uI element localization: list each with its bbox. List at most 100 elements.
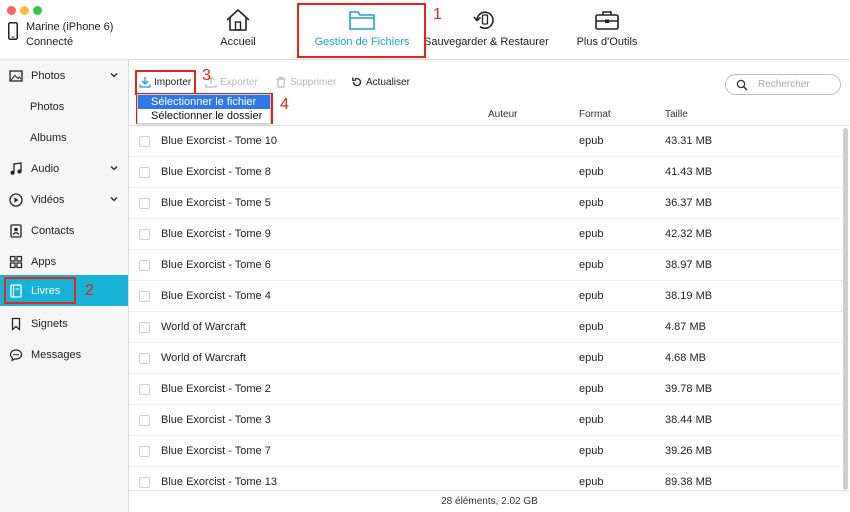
sidebar-item-livres-label: Livres (31, 284, 61, 297)
column-header-format[interactable]: Format (579, 109, 611, 120)
sidebar-item-audio-label: Audio (31, 162, 60, 175)
row-checkbox[interactable] (139, 353, 150, 364)
home-icon (226, 8, 250, 31)
table-row[interactable]: Blue Exorcist - Tome 6 epub 38.97 MB (129, 250, 843, 281)
cell-name: Blue Exorcist - Tome 2 (161, 383, 271, 395)
tab-accueil-label: Accueil (220, 36, 256, 48)
tab-accueil[interactable]: Accueil (200, 0, 276, 60)
cell-size: 38.97 MB (665, 259, 713, 271)
sidebar-item-contacts[interactable]: Contacts (0, 215, 128, 246)
import-dropdown-menu: Sélectionner le fichier Sélectionner le … (137, 94, 271, 124)
row-checkbox[interactable] (139, 260, 150, 271)
table-row[interactable]: Blue Exorcist - Tome 3 epub 38.44 MB (129, 405, 843, 436)
sidebar-item-albums[interactable]: Albums (0, 122, 128, 153)
play-circle-icon (9, 192, 23, 207)
sidebar-item-contacts-label: Contacts (31, 224, 75, 237)
active-tab-indicator (314, 56, 410, 58)
row-checkbox[interactable] (139, 291, 150, 302)
tab-sauvegarder-restaurer[interactable]: Sauvegarder & Restaurer (424, 0, 549, 60)
table-row[interactable]: World of Warcraft epub 4.68 MB (129, 343, 843, 374)
table-row[interactable]: Blue Exorcist - Tome 13 epub 89.38 MB (129, 467, 843, 490)
close-window-button[interactable] (7, 6, 16, 15)
row-checkbox[interactable] (139, 167, 150, 178)
tab-gestion-label: Gestion de Fichiers (314, 36, 410, 48)
cell-name: Blue Exorcist - Tome 5 (161, 197, 271, 209)
tab-plus-d-outils[interactable]: Plus d'Outils (566, 0, 648, 60)
cell-size: 36.37 MB (665, 197, 713, 209)
cell-size: 89.38 MB (665, 476, 713, 488)
sidebar-item-signets[interactable]: Signets (0, 308, 128, 339)
cell-format: epub (579, 135, 604, 147)
table-row[interactable]: Blue Exorcist - Tome 10 epub 43.31 MB (129, 126, 843, 157)
apps-grid-icon (9, 255, 23, 268)
import-button[interactable]: Importer (139, 76, 191, 88)
column-header-auteur[interactable]: Auteur (488, 109, 517, 120)
table-row[interactable]: Blue Exorcist - Tome 4 epub 38.19 MB (129, 281, 843, 312)
chevron-down-icon[interactable] (109, 194, 119, 204)
search-input[interactable] (758, 79, 838, 90)
table-row[interactable]: Blue Exorcist - Tome 5 epub 36.37 MB (129, 188, 843, 219)
sidebar-item-photos[interactable]: Photos (0, 60, 128, 91)
sidebar-item-messages[interactable]: Messages (0, 339, 128, 370)
minimize-window-button[interactable] (20, 6, 29, 15)
zoom-window-button[interactable] (33, 6, 42, 15)
row-checkbox[interactable] (139, 415, 150, 426)
vertical-scrollbar[interactable] (843, 128, 848, 490)
cell-format: epub (579, 476, 604, 488)
cell-name: Blue Exorcist - Tome 10 (161, 135, 277, 147)
annotation-number-2: 2 (85, 282, 94, 299)
sidebar-item-photos-sub[interactable]: Photos (0, 91, 128, 122)
table-row[interactable]: Blue Exorcist - Tome 8 epub 41.43 MB (129, 157, 843, 188)
sidebar-item-apps[interactable]: Apps (0, 246, 128, 277)
sidebar-item-livres[interactable]: Livres (0, 275, 128, 306)
cell-size: 4.87 MB (665, 321, 706, 333)
device-status: Connecté (26, 36, 74, 48)
export-button[interactable]: Exporter (205, 76, 258, 88)
delete-button-label: Supprimer (290, 76, 337, 88)
cell-format: epub (579, 414, 604, 426)
download-icon (139, 77, 151, 88)
table-row[interactable]: Blue Exorcist - Tome 7 epub 39.26 MB (129, 436, 843, 467)
row-checkbox[interactable] (139, 198, 150, 209)
tab-sauvegarder-label: Sauvegarder & Restaurer (424, 36, 549, 48)
chevron-down-icon[interactable] (109, 163, 119, 173)
table-row[interactable]: Blue Exorcist - Tome 9 epub 42.32 MB (129, 219, 843, 250)
cell-format: epub (579, 321, 604, 333)
iphone-icon (8, 22, 18, 40)
annotation-number-3: 3 (202, 67, 211, 84)
row-checkbox[interactable] (139, 384, 150, 395)
select-folder-menu-item[interactable]: Sélectionner le dossier (138, 109, 270, 123)
cell-size: 41.43 MB (665, 166, 713, 178)
table-row[interactable]: World of Warcraft epub 4.87 MB (129, 312, 843, 343)
cell-name: Blue Exorcist - Tome 4 (161, 290, 271, 302)
annotation-number-4: 4 (280, 96, 289, 113)
cell-name: Blue Exorcist - Tome 13 (161, 476, 277, 488)
cell-format: epub (579, 259, 604, 271)
cell-format: epub (579, 197, 604, 209)
sidebar-item-apps-label: Apps (31, 255, 57, 268)
sidebar-item-videos[interactable]: Vidéos (0, 184, 128, 215)
refresh-button-label: Actualiser (366, 76, 410, 88)
cell-name: Blue Exorcist - Tome 9 (161, 228, 271, 240)
row-checkbox[interactable] (139, 229, 150, 240)
select-file-menu-item[interactable]: Sélectionner le fichier (138, 95, 270, 109)
export-button-label: Exporter (220, 76, 258, 88)
table-row[interactable]: Blue Exorcist - Tome 2 epub 39.78 MB (129, 374, 843, 405)
tab-gestion-de-fichiers[interactable]: Gestion de Fichiers (298, 0, 426, 60)
sidebar: Photos Photos Albums Audio Vidéos Contac… (0, 60, 129, 512)
bookmark-icon (11, 317, 21, 331)
row-checkbox[interactable] (139, 477, 150, 488)
chevron-down-icon[interactable] (109, 70, 119, 80)
delete-button[interactable]: Supprimer (275, 76, 336, 88)
row-checkbox[interactable] (139, 322, 150, 333)
row-checkbox[interactable] (139, 136, 150, 147)
device-info[interactable]: Marine (iPhone 6) Connecté (8, 20, 113, 50)
search-box[interactable] (725, 74, 841, 95)
top-navigation-bar: Marine (iPhone 6) Connecté Accueil Gesti… (0, 0, 850, 60)
sidebar-item-audio[interactable]: Audio (0, 153, 128, 184)
cell-size: 43.31 MB (665, 135, 713, 147)
refresh-button[interactable]: Actualiser (351, 76, 410, 88)
row-checkbox[interactable] (139, 446, 150, 457)
column-header-taille[interactable]: Taille (665, 109, 688, 120)
cell-format: epub (579, 228, 604, 240)
